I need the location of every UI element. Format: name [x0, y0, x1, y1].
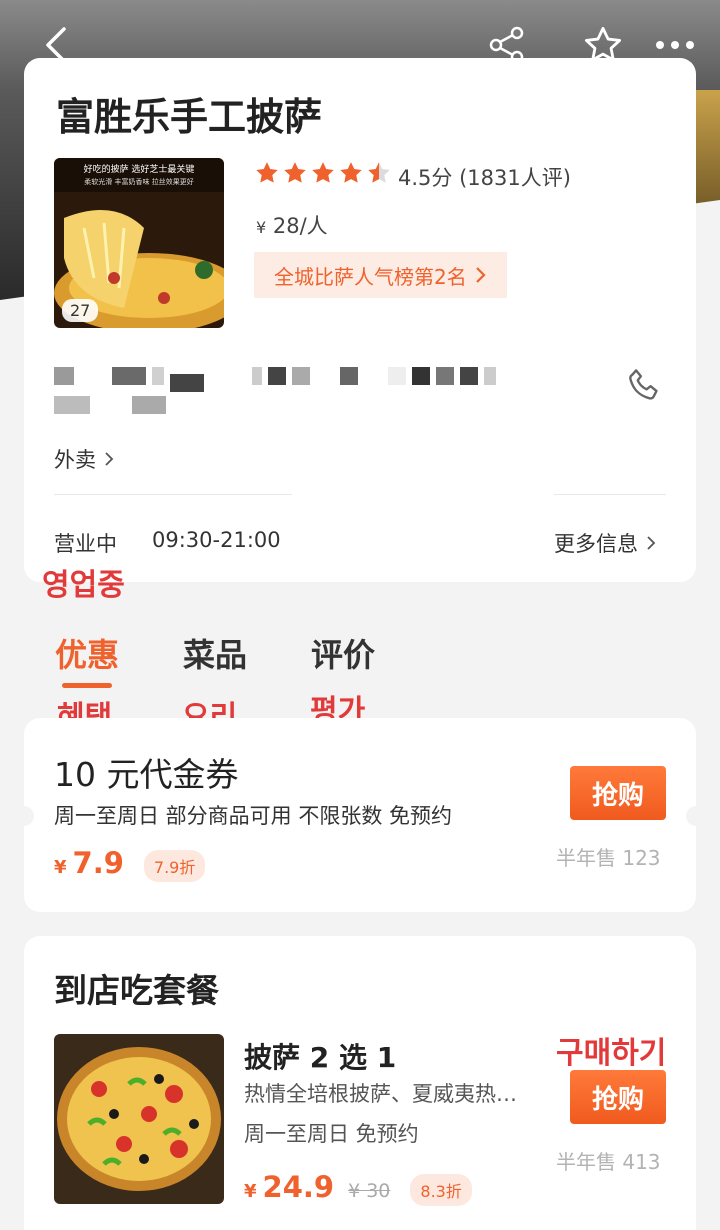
- discount-badge: 8.3折: [410, 1174, 472, 1206]
- star-half-icon: [368, 162, 390, 183]
- set-item-description: 热情全培根披萨、夏威夷热…: [244, 1082, 517, 1106]
- voucher-card[interactable]: 10 元代金券 周一至周日 部分商品可用 不限张数 免预约 ¥ 7.9 7.9折…: [14, 718, 706, 912]
- tab-reviews[interactable]: 评价: [311, 630, 375, 676]
- annotation-buy-ko: 구매하기: [556, 1036, 667, 1071]
- rating-text: 4.5分 (1831人评): [398, 166, 571, 190]
- business-hours: 09:30-21:00: [152, 528, 281, 552]
- price-value: 28/人: [272, 214, 328, 238]
- svg-text:柔软光滑 丰富奶香味 拉丝效果更好: 柔软光滑 丰富奶香味 拉丝效果更好: [84, 177, 193, 186]
- rating-stars: [254, 160, 392, 186]
- set-item-name: 披萨 2 选 1: [244, 1041, 397, 1074]
- phone-icon[interactable]: [624, 364, 668, 408]
- set-meal-photo[interactable]: [54, 1034, 224, 1204]
- set-price-row: ¥ 24.9 ¥ 30 8.3折: [244, 1170, 472, 1206]
- price-yen-symbol: ¥: [256, 218, 267, 237]
- tab-offers[interactable]: 优惠: [55, 630, 119, 676]
- price-per-person: ¥ 28/人: [256, 210, 328, 240]
- set-buy-button[interactable]: 抢购: [570, 1070, 666, 1124]
- more-info-link[interactable]: 更多信息: [554, 528, 656, 558]
- redacted-address-line-2: [54, 396, 166, 414]
- delivery-link[interactable]: 外卖: [54, 444, 114, 474]
- card-notch-left: [14, 806, 34, 826]
- annotation-status-ko: 영업중: [42, 568, 125, 603]
- divider: [554, 494, 666, 495]
- card-notch-right: [686, 806, 706, 826]
- voucher-price-row: ¥ 7.9 7.9折: [54, 846, 206, 882]
- set-sold-count: 半年售 413: [556, 1150, 661, 1174]
- rank-label: 全城比萨人气榜第2名: [274, 264, 467, 289]
- voucher-description: 周一至周日 部分商品可用 不限张数 免预约: [54, 804, 453, 828]
- svg-text:好吃的披萨 选好芝士最关键: 好吃的披萨 选好芝士最关键: [84, 163, 195, 175]
- active-tab-indicator: [62, 683, 112, 688]
- chevron-right-icon: [105, 452, 114, 466]
- photo-count-badge: 27: [62, 299, 99, 322]
- set-meal-section-title: 到店吃套餐: [54, 971, 219, 1010]
- more-info-label: 更多信息: [554, 532, 638, 556]
- voucher-price: 7.9: [72, 846, 124, 880]
- shop-photo[interactable]: 好吃的披萨 选好芝士最关键 柔软光滑 丰富奶香味 拉丝效果更好 27: [54, 158, 224, 328]
- set-meal-card: 到店吃套餐 披萨 2 选 1 热情全培根披萨、夏威夷热… 周一至周日 免预约 ¥…: [24, 936, 696, 1230]
- chevron-right-icon: [475, 267, 486, 283]
- set-price: 24.9: [262, 1170, 335, 1204]
- star-full-icon: [256, 162, 278, 183]
- business-status: 营业中: [54, 532, 117, 556]
- chevron-right-icon: [647, 536, 656, 550]
- divider: [54, 494, 292, 495]
- voucher-buy-button[interactable]: 抢购: [570, 766, 666, 820]
- tab-dishes[interactable]: 菜品: [183, 630, 247, 676]
- rank-badge[interactable]: 全城比萨人气榜第2名: [254, 252, 507, 298]
- price-yen-symbol: ¥: [244, 1181, 257, 1202]
- shop-info-card: 富胜乐手工披萨 好吃的披萨 选好芝士最关键 柔软光滑 丰富奶香味 拉丝效果更好 …: [24, 58, 696, 582]
- discount-badge: 7.9折: [143, 850, 206, 882]
- voucher-title: 10 元代金券: [54, 755, 239, 794]
- voucher-sold-count: 半年售 123: [556, 846, 661, 870]
- star-full-icon: [312, 162, 334, 183]
- star-full-icon: [340, 162, 362, 183]
- set-item-availability: 周一至周日 免预约: [244, 1122, 419, 1146]
- redacted-address-line-1: [54, 360, 496, 392]
- star-full-icon: [284, 162, 306, 183]
- set-original-price: ¥ 30: [348, 1180, 391, 1202]
- price-yen-symbol: ¥: [54, 857, 67, 878]
- delivery-label: 外卖: [54, 448, 96, 472]
- shop-name: 富胜乐手工披萨: [56, 95, 323, 139]
